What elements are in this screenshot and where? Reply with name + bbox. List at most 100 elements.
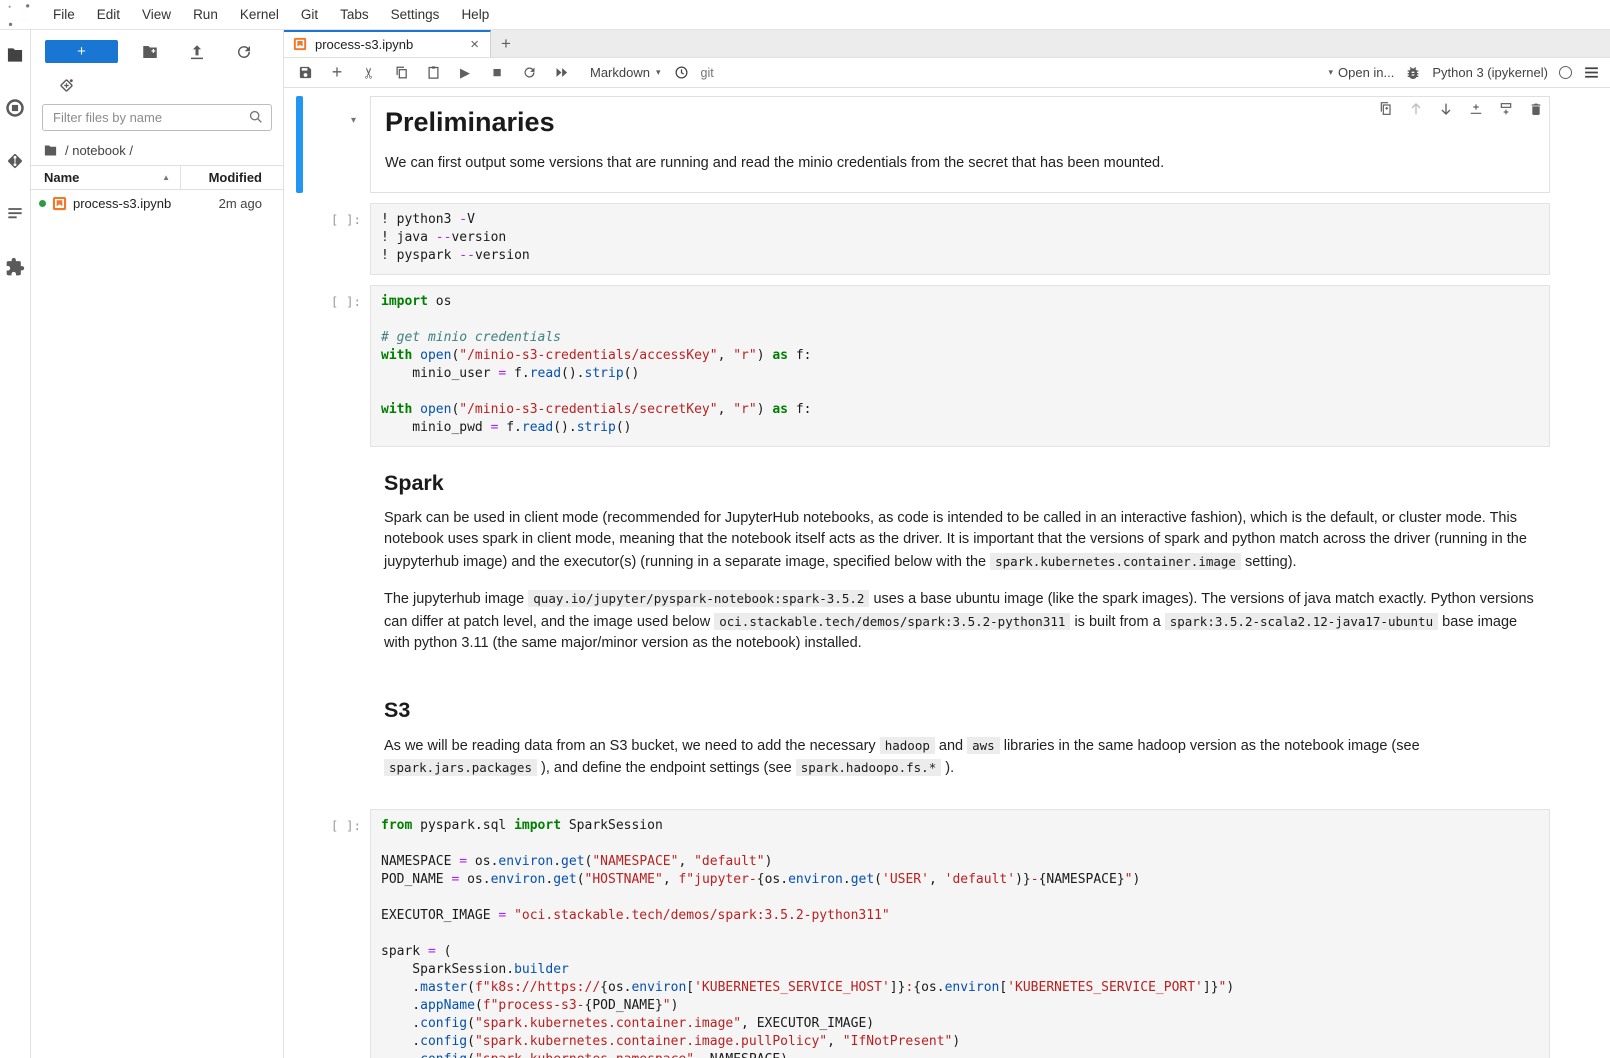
code-line: with open("/minio-s3-credentials/secretK… [381,401,1539,419]
cell-collapser[interactable] [296,203,303,275]
breadcrumb[interactable]: / notebook / [31,135,283,165]
filter-files-input[interactable] [42,104,272,131]
tab-process-s3[interactable]: process-s3.ipynb × [284,30,491,57]
kernel-status-icon[interactable] [1559,66,1572,79]
code-cell[interactable]: [ ]:! python3 -V! java --version! pyspar… [284,203,1610,275]
column-header-modified[interactable]: Modified [181,170,283,185]
inline-code: aws [967,737,1000,754]
code-token: "spark.kubernetes.container.image.pullPo… [475,1034,827,1049]
git-clone-icon[interactable] [58,77,75,94]
restart-kernel-icon[interactable] [520,64,538,82]
table-of-contents-icon[interactable] [4,203,26,225]
code-token: "spark.kubernetes.namespace" [475,1052,694,1058]
code-token: "NAMESPACE" [592,854,678,869]
stop-icon[interactable]: ■ [488,64,506,82]
menu-view[interactable]: View [131,4,182,25]
add-tab-button[interactable]: + [491,30,521,57]
notebook-file-icon [293,37,308,52]
running-sessions-icon[interactable] [4,97,26,119]
markdown-text: ). [941,760,954,776]
menu-file[interactable]: File [42,4,86,25]
code-cell[interactable]: [ ]:from pyspark.sql import SparkSession… [284,809,1610,1058]
cell-toolbar [1377,100,1544,117]
execution-time-icon[interactable] [673,64,691,82]
code-token: environ [631,980,686,995]
sidebar-menu-icon[interactable] [1583,64,1600,81]
code-token [412,348,420,363]
code-input-area[interactable]: ! python3 -V! java --version! pyspark --… [370,203,1550,275]
insert-cell-below-icon[interactable] [1497,100,1514,117]
menu-settings[interactable]: Settings [380,4,451,25]
markdown-text: setting). [1241,554,1297,570]
move-up-icon[interactable] [1407,100,1424,117]
code-token: ( [874,872,882,887]
code-token: from [381,818,412,833]
cell-gutter [303,684,370,799]
code-input-area[interactable]: from pyspark.sql import SparkSession NAM… [370,809,1550,1058]
code-input-area[interactable]: import os # get minio credentialswith op… [370,285,1550,447]
markdown-cell[interactable]: ▾PreliminariesWe can first output some v… [284,96,1610,193]
cell-collapser[interactable] [296,457,303,674]
code-token: ( [436,944,452,959]
cell-collapser[interactable] [296,96,303,193]
code-line: SparkSession.builder [381,961,1539,979]
copy-icon[interactable] [392,64,410,82]
code-token: ( [467,1016,475,1031]
run-icon[interactable]: ▶ [456,64,474,82]
code-token: = [459,854,467,869]
delete-cell-icon[interactable] [1527,100,1544,117]
add-cell-icon[interactable]: + [328,64,346,82]
code-token: . [843,872,851,887]
markdown-heading: Spark [384,471,1536,496]
insert-cell-above-icon[interactable] [1467,100,1484,117]
cell-collapser[interactable] [296,684,303,799]
menu-git[interactable]: Git [290,4,329,25]
extension-manager-icon[interactable] [4,256,26,278]
collapse-caret-icon[interactable]: ▾ [351,115,356,126]
new-folder-icon[interactable] [141,43,159,61]
restart-run-all-icon[interactable] [552,64,570,82]
upload-icon[interactable] [188,43,206,61]
code-token: strip [577,420,616,435]
code-cell[interactable]: [ ]:import os # get minio credentialswit… [284,285,1610,447]
paste-icon[interactable] [424,64,442,82]
code-token: get [553,872,576,887]
cell-type-dropdown[interactable]: Markdown ▾ [590,65,661,80]
search-icon [248,109,264,128]
cut-icon[interactable]: ✂ [360,64,378,82]
file-row[interactable]: process-s3.ipynb 2m ago [31,190,283,216]
menu-help[interactable]: Help [450,4,500,25]
files-icon[interactable] [4,44,26,66]
menu-tabs[interactable]: Tabs [329,4,380,25]
main-area: process-s3.ipynb × + + ✂ ▶ ■ [284,30,1610,1058]
open-in-dropdown[interactable]: ▾ Open in... [1328,65,1394,80]
code-token: {os. [913,980,944,995]
code-token: . [381,1016,420,1031]
kernel-name[interactable]: Python 3 (ipykernel) [1432,65,1548,80]
code-token: () [624,366,640,381]
move-down-icon[interactable] [1437,100,1454,117]
menu-kernel[interactable]: Kernel [229,4,290,25]
code-line: spark = ( [381,943,1539,961]
new-launcher-button[interactable]: + [45,40,118,63]
cell-collapser[interactable] [296,809,303,1058]
markdown-cell[interactable]: SparkSpark can be used in client mode (r… [284,457,1610,674]
menu-edit[interactable]: Edit [86,4,131,25]
git-icon[interactable] [4,150,26,172]
save-icon[interactable] [296,64,314,82]
home-folder-icon[interactable] [43,143,58,158]
markdown-cell[interactable]: S3As we will be reading data from an S3 … [284,684,1610,799]
debugger-bug-icon[interactable] [1405,65,1421,81]
cell-collapser[interactable] [296,285,303,447]
cell-gutter [303,457,370,674]
refresh-icon[interactable] [235,43,253,61]
code-token: 'KUBERNETES_SERVICE_HOST' [694,980,890,995]
code-token: , [663,872,679,887]
column-header-name[interactable]: Name ▲ [31,166,181,189]
duplicate-cell-icon[interactable] [1377,100,1394,117]
code-token: . [381,1052,420,1058]
menu-run[interactable]: Run [182,4,229,25]
code-token: , [718,348,734,363]
close-icon[interactable]: × [468,36,481,53]
code-token: ( [475,998,483,1013]
